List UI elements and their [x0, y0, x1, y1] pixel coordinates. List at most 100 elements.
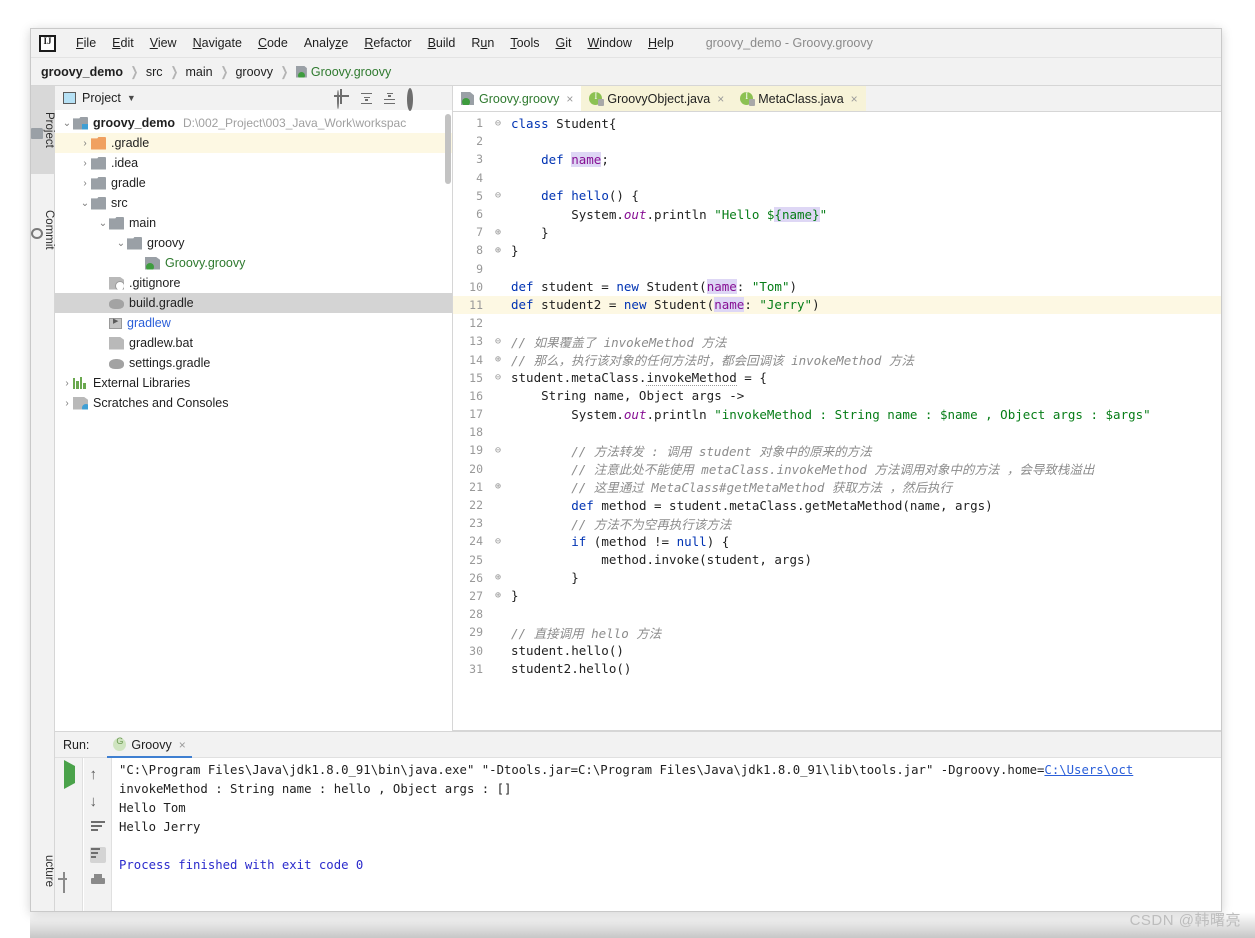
tree-item-groovy[interactable]: ⌄ groovy — [55, 233, 452, 253]
menu-item-analyze[interactable]: Analyze — [296, 34, 356, 52]
close-icon[interactable]: × — [717, 93, 724, 105]
chevron-right-icon[interactable]: › — [79, 178, 91, 189]
close-icon[interactable]: × — [179, 739, 186, 751]
code-line[interactable]: 20 // 注意此处不能使用 metaClass.invokeMethod 方法… — [453, 460, 1221, 478]
tree-item-build-gradle[interactable]: build.gradle — [55, 293, 452, 313]
menu-item-git[interactable]: Git — [548, 34, 580, 52]
code-line[interactable]: 28 — [453, 605, 1221, 623]
chevron-right-icon[interactable]: › — [79, 138, 91, 149]
fold-marker-icon[interactable]: ⊕ — [489, 481, 507, 492]
tree-item--gradle[interactable]: › .gradle — [55, 133, 452, 153]
tree-item-gradlew-bat[interactable]: gradlew.bat — [55, 333, 452, 353]
chevron-right-icon[interactable]: › — [61, 398, 73, 409]
run-tab-groovy[interactable]: Groovy × — [107, 732, 193, 758]
rerun-play-icon[interactable] — [61, 760, 77, 789]
code-line[interactable]: 16 String name, Object args -> — [453, 387, 1221, 405]
fold-marker-icon[interactable]: ⊖ — [489, 118, 507, 129]
menu-item-code[interactable]: Code — [250, 34, 296, 52]
breadcrumb-item-file[interactable]: Groovy.groovy — [295, 65, 391, 79]
collapse-all-icon[interactable] — [383, 92, 396, 105]
exit-icon[interactable] — [61, 872, 77, 893]
print-icon[interactable] — [90, 874, 106, 890]
code-line[interactable]: 23 // 方法不为空再执行该方法 — [453, 514, 1221, 532]
chevron-down-icon[interactable]: ⌄ — [61, 118, 73, 129]
code-line[interactable]: 8 ⊕} — [453, 241, 1221, 259]
code-line[interactable]: 9 — [453, 260, 1221, 278]
close-icon[interactable]: × — [566, 93, 573, 105]
code-line[interactable]: 2 — [453, 132, 1221, 150]
menu-item-tools[interactable]: Tools — [502, 34, 547, 52]
fold-marker-icon[interactable]: ⊖ — [489, 190, 507, 201]
console-output[interactable]: "C:\Program Files\Java\jdk1.8.0_91\bin\j… — [113, 758, 1221, 911]
soft-wrap-icon[interactable] — [90, 820, 106, 836]
trash-icon[interactable] — [90, 901, 106, 911]
chevron-down-icon[interactable]: ▼ — [127, 93, 136, 103]
menu-item-view[interactable]: View — [142, 34, 185, 52]
tree-item-groovy-demo[interactable]: ⌄ groovy_demo D:\002_Project\003_Java_Work… — [55, 113, 452, 133]
code-editor[interactable]: 1 ⊖ class Student{2 3 def name; 4 5 ⊖ def hell… — [453, 112, 1221, 731]
tree-item-gradlew[interactable]: gradlew — [55, 313, 452, 333]
code-line[interactable]: 18 — [453, 423, 1221, 441]
editor-tab-metaclass-java[interactable]: MetaClass.java × — [732, 86, 866, 111]
menu-item-build[interactable]: Build — [420, 34, 464, 52]
tree-item-settings-gradle[interactable]: settings.gradle — [55, 353, 452, 373]
tree-item-gradle[interactable]: › gradle — [55, 173, 452, 193]
code-line[interactable]: 27 ⊕} — [453, 587, 1221, 605]
fold-marker-icon[interactable]: ⊕ — [489, 590, 507, 601]
editor-tab-groovyobject-java[interactable]: GroovyObject.java × — [581, 86, 733, 111]
code-line[interactable]: 5 ⊖ def hello() { — [453, 187, 1221, 205]
tree-item-main[interactable]: ⌄ main — [55, 213, 452, 233]
close-icon[interactable]: × — [851, 93, 858, 105]
breadcrumb-item-main[interactable]: main — [185, 65, 212, 79]
tree-item-src[interactable]: ⌄ src — [55, 193, 452, 213]
tree-item-groovy-groovy[interactable]: Groovy.groovy — [55, 253, 452, 273]
editor-tab-groovy-groovy[interactable]: Groovy.groovy × — [453, 86, 582, 111]
tree-item-scratches-and-consoles[interactable]: › Scratches and Consoles — [55, 393, 452, 413]
menu-item-refactor[interactable]: Refactor — [356, 34, 419, 52]
code-line[interactable]: 15 ⊖ student.metaClass.invokeMethod = { — [453, 369, 1221, 387]
breadcrumb-item-project[interactable]: groovy_demo — [41, 65, 123, 79]
scroll-to-end-icon[interactable] — [89, 847, 106, 863]
code-line[interactable]: 30 student.hello() — [453, 641, 1221, 659]
code-line[interactable]: 3 def name; — [453, 150, 1221, 168]
code-line[interactable]: 13 ⊖ // 如果覆盖了 invokeMethod 方法 — [453, 332, 1221, 350]
breadcrumb-item-src[interactable]: src — [146, 65, 163, 79]
arrow-down-icon[interactable]: ↓ — [90, 793, 106, 810]
sidebar-item-structure[interactable]: ucture — [31, 855, 55, 907]
chevron-right-icon[interactable]: › — [61, 378, 73, 389]
code-line[interactable]: 11 def student2 = new Student(name: "Jerr… — [453, 295, 1221, 315]
expand-all-icon[interactable] — [360, 92, 373, 105]
code-line[interactable]: 4 — [453, 169, 1221, 187]
code-line[interactable]: 21 ⊕ // 这里通过 MetaClass#getMetaMethod 获取方法… — [453, 478, 1221, 496]
code-line[interactable]: 17 System.out.println "invokeMethod : St… — [453, 405, 1221, 423]
fold-marker-icon[interactable]: ⊖ — [489, 336, 507, 347]
code-line[interactable]: 29 // 直接调用 hello 方法 — [453, 623, 1221, 641]
locate-file-icon[interactable] — [336, 90, 350, 109]
hide-icon[interactable] — [430, 91, 444, 105]
menu-item-navigate[interactable]: Navigate — [185, 34, 250, 52]
code-line[interactable]: 10 def student = new Student(name: "Tom") — [453, 278, 1221, 296]
project-scrollbar-vertical[interactable] — [445, 114, 451, 184]
menu-item-run[interactable]: Run — [463, 34, 502, 52]
code-line[interactable]: 26 ⊕ } — [453, 569, 1221, 587]
code-line[interactable]: 6 System.out.println "Hello ${name}" — [453, 205, 1221, 223]
fold-marker-icon[interactable]: ⊕ — [489, 572, 507, 583]
fold-marker-icon[interactable]: ⊖ — [489, 372, 507, 383]
code-line[interactable]: 1 ⊖ class Student{ — [453, 114, 1221, 132]
code-line[interactable]: 31 student2.hello() — [453, 660, 1221, 678]
fold-marker-icon[interactable]: ⊖ — [489, 536, 507, 547]
fold-marker-icon[interactable]: ⊖ — [489, 445, 507, 456]
arrow-up-icon[interactable]: ↑ — [90, 766, 106, 783]
menu-item-help[interactable]: Help — [640, 34, 682, 52]
chevron-right-icon[interactable]: › — [79, 158, 91, 169]
console-link[interactable]: C:\Users\oct — [1044, 763, 1133, 777]
fold-marker-icon[interactable]: ⊕ — [489, 245, 507, 256]
code-line[interactable]: 12 — [453, 314, 1221, 332]
code-line[interactable]: 22 def method = student.metaClass.getMet… — [453, 496, 1221, 514]
chevron-down-icon[interactable]: ⌄ — [115, 238, 127, 249]
code-line[interactable]: 7 ⊕ } — [453, 223, 1221, 241]
fold-marker-icon[interactable]: ⊕ — [489, 354, 507, 365]
sidebar-item-commit[interactable]: Commit — [31, 182, 55, 278]
gear-icon[interactable] — [406, 88, 420, 111]
code-line[interactable]: 25 method.invoke(student, args) — [453, 551, 1221, 569]
